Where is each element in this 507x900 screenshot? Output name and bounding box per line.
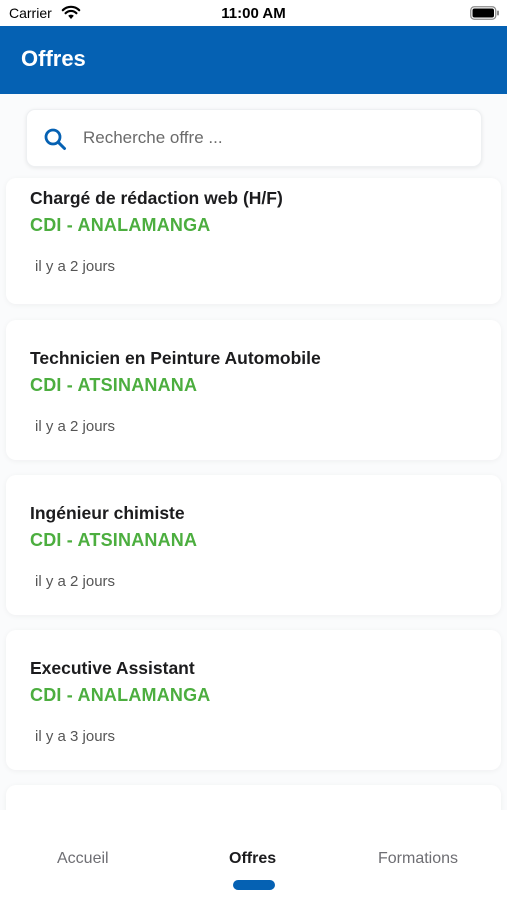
offer-posted-date: il y a 2 jours xyxy=(35,258,116,275)
offer-card[interactable]: Chargé de rédaction web (H/F) CDI - ANAL… xyxy=(6,178,501,304)
offer-posted-date: il y a 2 jours xyxy=(35,418,116,435)
active-tab-indicator xyxy=(233,880,275,890)
page-title: Offres xyxy=(21,46,86,71)
offers-content[interactable]: Chargé de rédaction web (H/F) CDI - ANAL… xyxy=(0,94,507,810)
search-icon[interactable] xyxy=(43,127,67,151)
tab-offres[interactable]: Offres xyxy=(229,850,276,868)
search-input[interactable] xyxy=(83,122,463,154)
offer-card[interactable] xyxy=(6,785,501,810)
offer-card[interactable]: Technicien en Peinture Automobile CDI - … xyxy=(6,320,501,460)
offer-contract: CDI - ANALAMANGA xyxy=(30,685,211,705)
offer-title: Executive Assistant xyxy=(30,658,195,678)
clock-time: 11:00 AM xyxy=(221,5,286,22)
offer-posted-date: il y a 2 jours xyxy=(35,573,116,590)
offer-posted-date: il y a 3 jours xyxy=(35,728,116,745)
offer-contract: CDI - ANALAMANGA xyxy=(30,215,211,235)
offer-card[interactable]: Executive Assistant CDI - ANALAMANGA il … xyxy=(6,630,501,770)
tab-formations[interactable]: Formations xyxy=(378,850,458,868)
offer-card[interactable]: Ingénieur chimiste CDI - ATSINANANA il y… xyxy=(6,475,501,615)
app-header: Offres xyxy=(0,26,507,94)
search-bar[interactable] xyxy=(26,109,482,167)
offer-contract: CDI - ATSINANANA xyxy=(30,530,198,550)
battery-icon xyxy=(470,6,500,20)
offer-title: Technicien en Peinture Automobile xyxy=(30,348,321,368)
tab-accueil[interactable]: Accueil xyxy=(57,850,109,868)
offer-contract: CDI - ATSINANANA xyxy=(30,375,198,395)
bottom-tab-bar: Accueil Offres Formations xyxy=(0,810,507,900)
offer-title: Ingénieur chimiste xyxy=(30,503,185,523)
offer-title: Chargé de rédaction web (H/F) xyxy=(30,188,283,208)
status-bar: Carrier 11:00 AM xyxy=(0,0,507,26)
